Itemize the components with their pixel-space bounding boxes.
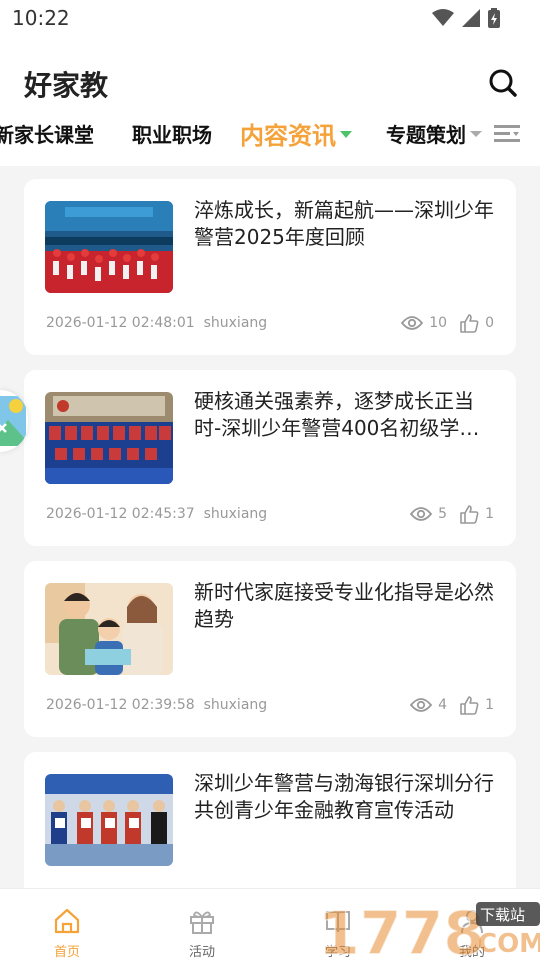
article-title: 淬炼成长，新篇起航——深圳少年警营2025年度回顾	[194, 198, 494, 249]
article-thumbnail	[45, 201, 173, 293]
like-button[interactable]: 1	[459, 504, 494, 524]
tab-label: 职业职场	[132, 122, 212, 147]
status-bar: 10:22	[0, 0, 540, 40]
battery-icon	[488, 8, 500, 28]
view-count-value: 4	[438, 697, 448, 713]
article-card[interactable]: 深圳少年警营与渤海银行深圳分行共创青少年金融教育宣传活动	[24, 752, 516, 888]
article-card[interactable]: 硬核通关强素养，逐梦成长正当时-深圳少年警营400名初级学员考核 2026-01…	[24, 370, 516, 546]
nav-label: 首页	[53, 945, 80, 960]
like-count-value: 1	[485, 506, 494, 522]
like-count-value: 1	[485, 697, 494, 713]
search-icon	[489, 69, 517, 97]
home-icon	[54, 908, 80, 934]
category-tabs: 新家长课堂 职业职场 内容资讯 专题策划	[0, 116, 540, 166]
list-menu-icon	[494, 125, 520, 142]
article-thumbnail	[45, 583, 173, 675]
article-date: 2026-01-12 02:45:37	[46, 506, 195, 522]
thumbs-up-icon	[460, 314, 479, 333]
nav-activities[interactable]: 活动	[172, 907, 232, 960]
chevron-down-icon	[340, 130, 352, 138]
svg-text:下载站: 下载站	[480, 906, 525, 924]
search-button[interactable]	[488, 68, 518, 98]
nav-label: 活动	[188, 945, 215, 960]
eye-icon	[410, 507, 433, 521]
article-thumbnail	[45, 392, 173, 484]
article-title: 新时代家庭接受专业化指导是必然趋势	[194, 580, 494, 631]
signal-icon	[462, 9, 480, 27]
article-author: shuxiang	[203, 315, 268, 331]
page-title: 好家教	[24, 69, 109, 102]
eye-icon	[401, 316, 424, 330]
svg-text:COM: COM	[478, 929, 540, 959]
thumbs-up-icon	[460, 505, 479, 524]
like-button[interactable]: 1	[459, 695, 494, 715]
article-meta: 2026-01-12 02:48:01 shuxiang	[46, 315, 267, 331]
status-icons	[432, 8, 500, 28]
status-time: 10:22	[12, 6, 70, 30]
app-header: 好家教	[0, 40, 540, 116]
like-button[interactable]: 0	[459, 313, 494, 333]
article-title: 深圳少年警营与渤海银行深圳分行共创青少年金融教育宣传活动	[194, 771, 494, 822]
nav-home[interactable]: 首页	[37, 907, 97, 960]
view-count: 4	[410, 697, 447, 713]
article-card[interactable]: 淬炼成长，新篇起航——深圳少年警营2025年度回顾 2026-01-12 02:…	[24, 179, 516, 355]
article-stats: 10 0	[389, 313, 494, 333]
view-count: 10	[401, 315, 447, 331]
tab-label: 专题策划	[386, 122, 466, 147]
like-count-value: 0	[485, 315, 494, 331]
article-date: 2026-01-12 02:39:58	[46, 697, 195, 713]
article-meta: 2026-01-12 02:45:37 shuxiang	[46, 506, 267, 522]
tab-news[interactable]: 内容资讯	[240, 116, 352, 150]
article-date: 2026-01-12 02:48:01	[46, 315, 195, 331]
tab-label: 内容资讯	[240, 121, 336, 150]
view-count: 5	[410, 506, 447, 522]
article-stats: 4 1	[398, 695, 494, 715]
article-author: shuxiang	[203, 697, 268, 713]
tab-label: 新家长课堂	[0, 122, 94, 147]
tab-career[interactable]: 职业职场	[132, 116, 212, 150]
view-count-value: 10	[429, 315, 448, 331]
article-thumbnail	[45, 774, 173, 866]
article-stats: 5 1	[398, 504, 494, 524]
view-count-value: 5	[438, 506, 448, 522]
article-title: 硬核通关强素养，逐梦成长正当时-深圳少年警营400名初级学员考核	[194, 389, 480, 440]
article-author: shuxiang	[203, 506, 268, 522]
gift-icon	[190, 911, 214, 934]
article-meta: 2026-01-12 02:39:58 shuxiang	[46, 697, 267, 713]
tab-menu-button[interactable]	[494, 122, 522, 146]
wifi-icon	[432, 9, 454, 26]
tab-parent-class[interactable]: 新家长课堂	[0, 116, 94, 150]
svg-text:1778: 1778	[318, 900, 485, 960]
article-card[interactable]: 新时代家庭接受专业化指导是必然趋势 2026-01-12 02:39:58 sh…	[24, 561, 516, 737]
thumbs-up-icon	[460, 696, 479, 715]
article-feed[interactable]: 淬炼成长，新篇起航——深圳少年警营2025年度回顾 2026-01-12 02:…	[0, 166, 540, 888]
chevron-down-icon	[470, 131, 482, 137]
tab-special-topics[interactable]: 专题策划	[386, 116, 482, 150]
watermark-logo: 1778 下载站 COM	[317, 898, 540, 960]
eye-icon	[410, 698, 433, 712]
